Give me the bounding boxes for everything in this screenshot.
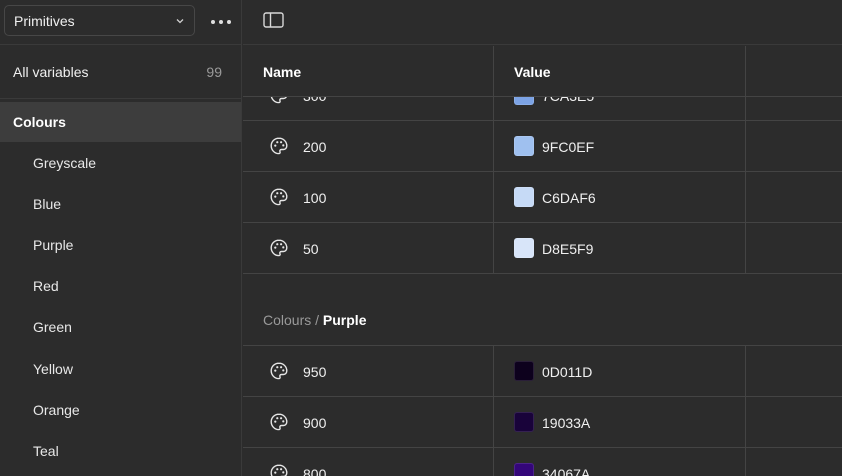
- all-variables-item[interactable]: All variables 99: [0, 45, 241, 98]
- variable-value[interactable]: 9FC0EF: [542, 121, 594, 172]
- group-section-header: Colours / Purple: [243, 274, 842, 346]
- variable-name[interactable]: 50: [303, 223, 319, 274]
- group-item-teal[interactable]: Teal: [0, 430, 241, 471]
- group-item-purple[interactable]: Purple: [0, 224, 241, 265]
- variables-table-panel: 3007CA3E52009FC0EF100C6DAF650D8E5F9 Name…: [243, 0, 842, 476]
- variable-name[interactable]: 100: [303, 172, 326, 223]
- palette-icon: [269, 463, 289, 476]
- variable-row[interactable]: 900 19033A: [243, 397, 842, 448]
- variables-app: Primitives All variables 99 Colours Grey…: [0, 0, 842, 476]
- group-section-path: Colours /: [263, 312, 323, 328]
- group-item-greyscale[interactable]: Greyscale: [0, 142, 241, 183]
- collection-select[interactable]: Primitives: [4, 5, 195, 36]
- group-item-yellow[interactable]: Yellow: [0, 348, 241, 389]
- toggle-sidebar-button[interactable]: [261, 11, 285, 33]
- color-swatch[interactable]: [514, 136, 534, 156]
- color-swatch[interactable]: [514, 463, 534, 476]
- variable-value[interactable]: 34067A: [542, 448, 590, 476]
- toolbar: [243, 0, 842, 45]
- column-divider[interactable]: [745, 46, 746, 97]
- palette-icon: [269, 361, 289, 381]
- group-item-green[interactable]: Green: [0, 307, 241, 348]
- variable-value[interactable]: C6DAF6: [542, 172, 596, 223]
- palette-icon: [269, 136, 289, 156]
- group-list: Colours Greyscale Blue Purple Red Green …: [0, 102, 241, 472]
- column-divider[interactable]: [493, 46, 494, 97]
- collection-select-label: Primitives: [14, 12, 75, 29]
- column-header-name[interactable]: Name: [263, 46, 301, 97]
- palette-icon: [269, 238, 289, 258]
- variable-row[interactable]: 200 9FC0EF: [243, 121, 842, 172]
- variable-name[interactable]: 950: [303, 346, 326, 397]
- column-header-value[interactable]: Value: [514, 46, 551, 97]
- group-item-blue[interactable]: Blue: [0, 183, 241, 224]
- group-item-orange[interactable]: Orange: [0, 389, 241, 430]
- variable-row[interactable]: 100 C6DAF6: [243, 172, 842, 223]
- palette-icon: [269, 187, 289, 207]
- chevron-down-icon: [175, 16, 185, 26]
- more-options-button[interactable]: [207, 8, 235, 34]
- variable-row[interactable]: 950 0D011D: [243, 346, 842, 397]
- all-variables-count: 99: [206, 63, 222, 80]
- table-header: Name Value: [243, 46, 842, 97]
- variable-value[interactable]: 0D011D: [542, 346, 592, 397]
- sidebar-panel-icon: [262, 11, 284, 33]
- variable-name[interactable]: 800: [303, 448, 326, 476]
- variable-row[interactable]: 50 D8E5F9: [243, 223, 842, 274]
- color-swatch[interactable]: [514, 412, 534, 432]
- color-swatch[interactable]: [514, 361, 534, 381]
- color-swatch[interactable]: [514, 238, 534, 258]
- more-horizontal-icon: [210, 12, 232, 30]
- sidebar-divider: [0, 98, 241, 99]
- sidebar-header: Primitives: [0, 0, 241, 45]
- palette-icon: [269, 412, 289, 432]
- variable-name[interactable]: 900: [303, 397, 326, 448]
- color-swatch[interactable]: [514, 187, 534, 207]
- all-variables-label: All variables: [13, 63, 89, 80]
- variable-value[interactable]: 19033A: [542, 397, 590, 448]
- group-section-title: Colours / Purple: [263, 312, 367, 328]
- sidebar: Primitives All variables 99 Colours Grey…: [0, 0, 242, 476]
- group-section-name: Purple: [322, 312, 367, 328]
- group-item-red[interactable]: Red: [0, 266, 241, 307]
- variable-name[interactable]: 200: [303, 121, 326, 172]
- variable-row[interactable]: 800 34067A: [243, 448, 842, 476]
- group-item-colours[interactable]: Colours: [0, 102, 241, 142]
- variable-value[interactable]: D8E5F9: [542, 223, 593, 274]
